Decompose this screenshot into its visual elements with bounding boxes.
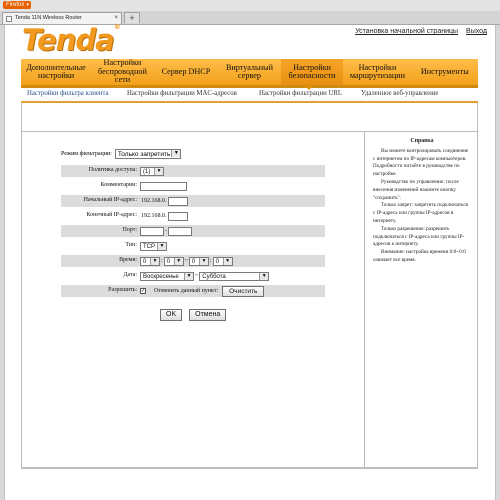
day-label: Дата:: [123, 272, 137, 278]
chevron-down-icon: ▼: [198, 257, 208, 265]
nav-wireless-settings[interactable]: Настройки беспроводной сети: [91, 59, 154, 85]
time-row: Время: 0 ▼ : 0 ▼ ~ 0 ▼ : 0 ▼: [61, 255, 325, 267]
day-to-select[interactable]: Суббота ▼: [199, 271, 270, 281]
comment-row: Комментарии:: [61, 180, 325, 192]
nav-shadow: [21, 85, 478, 88]
firefox-menu-label: Firefox: [6, 2, 25, 8]
help-paragraph: Внимание: настройка времени 0:0~0:0 озна…: [373, 249, 466, 263]
logo-registered: ®: [113, 23, 121, 31]
nav-routing-settings[interactable]: Настройки маршрутизации: [343, 59, 411, 85]
port-label: Порт:: [122, 227, 137, 233]
subnav-remote-management[interactable]: Удаленное веб-управление: [361, 90, 438, 97]
day-from-select[interactable]: Воскресенье ▼: [140, 271, 194, 281]
policy-row: Политика доступа: (1) ▼: [61, 165, 325, 177]
page-icon: [6, 16, 12, 22]
type-select[interactable]: TCP ▼: [140, 241, 167, 251]
day-row: Дата: Воскресенье ▼ ~ Суббота ▼: [61, 270, 325, 282]
port-start-input[interactable]: [140, 226, 164, 236]
time-start-minute-select[interactable]: 0 ▼: [163, 256, 184, 266]
port-row: Порт: -: [61, 225, 325, 237]
cancel-button[interactable]: Отмена: [189, 309, 227, 321]
chevron-down-icon: ▼: [157, 242, 166, 250]
time-end-hour-value: 0: [191, 258, 196, 265]
clear-button[interactable]: Очистить: [222, 285, 265, 297]
time-range-separator: ~: [184, 258, 188, 264]
filter-mode-row: Режим фильтрации: Только запретить ▼: [61, 149, 182, 159]
nav-tools[interactable]: Инструменты: [412, 59, 478, 85]
tenda-logo: Tenda®: [22, 23, 121, 57]
time-end-minute-select[interactable]: 0 ▼: [212, 256, 233, 266]
form-actions: OK Отмена: [160, 309, 227, 321]
clear-entry-label: Отменить данный пункт:: [154, 288, 219, 294]
start-ip-input[interactable]: [167, 196, 188, 206]
type-value: TCP: [143, 243, 155, 250]
nav-dhcp-server[interactable]: Сервер DHCP: [154, 59, 218, 85]
help-title: Справка: [410, 138, 434, 144]
policy-label: Политика доступа:: [88, 167, 137, 173]
subnav-url-filter[interactable]: Настройки фильтрации URL: [259, 90, 342, 97]
chevron-down-icon: ▼: [259, 272, 269, 280]
port-separator: -: [165, 228, 167, 234]
help-text: Справка Вы можете контролировать соедине…: [373, 138, 471, 265]
comment-label: Комментарии:: [100, 182, 137, 188]
help-panel: Справка Вы можете контролировать соедине…: [364, 131, 478, 469]
main-nav: Дополнительные настройки Настройки беспр…: [21, 59, 478, 85]
subnav-mac-filter[interactable]: Настройки фильтрации MAC-адресов: [127, 90, 237, 97]
day-from-value: Воскресенье: [143, 273, 179, 280]
chevron-down-icon: ▼: [184, 272, 193, 280]
help-paragraph: Руководство по управлению: после внесени…: [373, 178, 459, 201]
help-paragraph: Вы можете контролировать соединение с ин…: [373, 147, 469, 178]
new-tab-button[interactable]: +: [124, 12, 140, 23]
end-ip-row: Конечный IP-адрес: 192.168.0.: [61, 210, 325, 222]
sub-nav: Настройки фильтра клиента Настройки филь…: [21, 89, 478, 101]
top-links: Установка начальной страницы Выход: [355, 28, 487, 35]
chevron-down-icon: ▼: [150, 257, 159, 265]
day-range-separator: ~: [195, 273, 199, 279]
policy-value: (1): [143, 168, 151, 175]
time-start-hour-select[interactable]: 0 ▼: [140, 256, 160, 266]
end-ip-label: Конечный IP-адрес:: [86, 212, 137, 218]
setup-start-page-link[interactable]: Установка начальной страницы: [355, 28, 458, 35]
chevron-down-icon: ▼: [154, 167, 163, 175]
time-colon: :: [209, 258, 212, 264]
chevron-down-icon: ▾: [26, 2, 29, 8]
start-ip-prefix: 192.168.0.: [141, 198, 167, 204]
logo-text: Tenda: [22, 23, 115, 57]
time-start-minute-value: 0: [166, 258, 171, 265]
ok-button[interactable]: OK: [160, 309, 183, 321]
help-paragraph: Только разрешение: разрешить подключатьс…: [373, 225, 465, 248]
type-row: Тип: TCP ▼: [61, 240, 325, 252]
comment-input[interactable]: [140, 181, 187, 191]
start-ip-label: Начальный IP-адрес:: [83, 197, 137, 203]
time-colon: :: [161, 258, 163, 264]
end-ip-input[interactable]: [167, 211, 188, 221]
filter-mode-label: Режим фильтрации:: [61, 151, 112, 157]
end-ip-prefix: 192.168.0.: [141, 213, 167, 219]
nav-virtual-server[interactable]: Виртуальный сервер: [218, 59, 281, 85]
help-paragraph: Только запрет: запретить подключаться с …: [373, 202, 469, 224]
start-ip-row: Начальный IP-адрес: 192.168.0.: [61, 195, 325, 207]
tab-title: Tenda 11N Wireless Router: [15, 15, 82, 21]
chevron-down-icon: ▼: [222, 257, 232, 265]
enable-row: Разрешить: ✓ Отменить данный пункт: Очис…: [61, 285, 325, 297]
filter-mode-select[interactable]: Только запретить ▼: [114, 149, 182, 159]
type-label: Тип:: [125, 242, 137, 248]
time-start-hour-value: 0: [143, 258, 147, 265]
time-label: Время:: [119, 257, 137, 263]
exit-link[interactable]: Выход: [466, 28, 487, 35]
firefox-menu-button[interactable]: Firefox ▾: [3, 1, 31, 9]
nav-security-settings[interactable]: Настройки безопасности: [280, 59, 344, 85]
enable-label: Разрешить:: [108, 287, 137, 293]
filter-mode-value: Только запретить: [117, 151, 171, 158]
day-to-value: Суббота: [202, 273, 226, 280]
enable-checkbox[interactable]: ✓: [140, 288, 146, 294]
time-end-minute-value: 0: [215, 258, 219, 265]
chevron-down-icon: ▼: [173, 257, 183, 265]
nav-advanced-settings[interactable]: Дополнительные настройки: [21, 59, 91, 85]
chevron-down-icon: ▼: [171, 150, 181, 157]
subnav-client-filter[interactable]: Настройки фильтра клиента: [27, 90, 109, 97]
policy-select[interactable]: (1) ▼: [140, 166, 164, 176]
time-end-hour-select[interactable]: 0 ▼: [188, 256, 209, 266]
port-end-input[interactable]: [168, 226, 192, 236]
